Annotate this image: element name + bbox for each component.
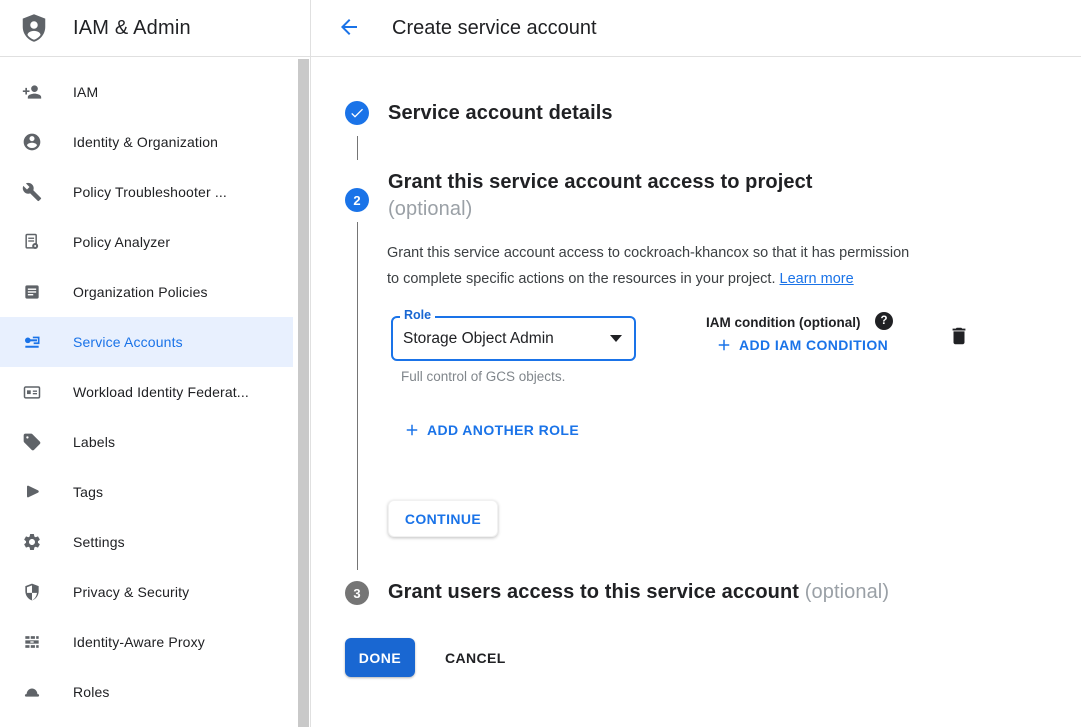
role-selected-value: Storage Object Admin: [403, 318, 554, 359]
add-another-role-label: ADD ANOTHER ROLE: [427, 422, 579, 438]
role-field-label: Role: [400, 308, 435, 322]
tag-icon: [22, 482, 42, 502]
sidebar-item-label: Workload Identity Federat...: [73, 384, 249, 400]
sidebar-item-roles[interactable]: Roles: [0, 667, 293, 717]
done-button[interactable]: DONE: [345, 638, 415, 677]
step2-optional-label: (optional): [388, 198, 472, 220]
sidebar-item-tags[interactable]: Tags: [0, 467, 293, 517]
help-glyph: ?: [880, 315, 887, 327]
step2-description: Grant this service account access to coc…: [387, 241, 991, 292]
plus-icon: [715, 336, 733, 354]
sidebar-scrollbar[interactable]: [298, 59, 309, 727]
description-line1: Grant this service account access to coc…: [387, 245, 909, 261]
sidebar-item-organization-policies[interactable]: Organization Policies: [0, 267, 293, 317]
sidebar-item-label: Settings: [73, 534, 125, 550]
step2-title-text: Grant this service account access to pro…: [388, 171, 813, 193]
sidebar-item-label: Identity & Organization: [73, 134, 218, 150]
iap-icon: [22, 632, 42, 652]
top-header: IAM & Admin Create service account: [0, 0, 1081, 57]
sidebar-item-label: Tags: [73, 484, 103, 500]
sidebar-item-workload-identity-federation[interactable]: Workload Identity Federat...: [0, 367, 293, 417]
description-line2: to complete specific actions on the reso…: [387, 271, 775, 287]
sidebar-item-label: Policy Troubleshooter ...: [73, 184, 227, 200]
step3-title[interactable]: Grant users access to this service accou…: [388, 579, 889, 606]
page-title: Create service account: [392, 0, 597, 56]
sidebar-item-service-accounts[interactable]: Service Accounts: [0, 317, 293, 367]
product-title: IAM & Admin: [73, 0, 191, 56]
add-iam-condition-label: ADD IAM CONDITION: [739, 337, 888, 353]
person-add-icon: [22, 82, 42, 102]
sidebar-item-privacy-security[interactable]: Privacy & Security: [0, 567, 293, 617]
sidebar-item-label: Organization Policies: [73, 284, 208, 300]
sidebar-item-iam[interactable]: IAM: [0, 67, 293, 117]
step3-number-circle: 3: [345, 581, 369, 605]
shield-icon: [22, 582, 42, 602]
sidebar-item-label: Privacy & Security: [73, 584, 189, 600]
org-policies-icon: [22, 282, 42, 302]
step-connector: [357, 136, 359, 160]
sidebar-item-identity-aware-proxy[interactable]: Identity-Aware Proxy: [0, 617, 293, 667]
sidebar-item-label: Identity-Aware Proxy: [73, 634, 205, 650]
sidebar-item-policy-troubleshooter[interactable]: Policy Troubleshooter ...: [0, 167, 293, 217]
roles-hat-icon: [22, 682, 42, 702]
wrench-icon: [22, 182, 42, 202]
gear-icon: [22, 532, 42, 552]
policy-analyzer-icon: [22, 232, 42, 252]
plus-icon: [403, 421, 421, 439]
delete-role-trash-icon[interactable]: [947, 325, 971, 349]
create-service-account-wizard: Service account details 2 Grant this ser…: [311, 57, 1081, 727]
check-icon: [349, 105, 365, 121]
role-select[interactable]: Storage Object Admin: [391, 316, 636, 361]
sidebar-divider: [310, 0, 311, 727]
sidebar-item-label: Labels: [73, 434, 115, 450]
iam-admin-shield-logo-icon: [19, 13, 49, 43]
step3-title-text: Grant users access to this service accou…: [388, 581, 799, 603]
account-circle-icon: [22, 132, 42, 152]
learn-more-link[interactable]: Learn more: [780, 271, 854, 287]
sidebar-item-labels[interactable]: Labels: [0, 417, 293, 467]
dropdown-arrow-icon: [610, 335, 622, 342]
step2-number: 2: [353, 193, 360, 208]
back-arrow-icon[interactable]: [336, 15, 362, 41]
sidebar-item-label: IAM: [73, 84, 98, 100]
sidebar-item-label: Roles: [73, 684, 110, 700]
add-iam-condition-button[interactable]: ADD IAM CONDITION: [715, 336, 888, 354]
step3-number: 3: [353, 586, 360, 601]
sidebar-item-identity-organization[interactable]: Identity & Organization: [0, 117, 293, 167]
sidebar-nav: IAM Identity & Organization Policy Troub…: [0, 57, 293, 717]
step-connector: [357, 222, 359, 570]
role-helper-text: Full control of GCS objects.: [401, 369, 565, 384]
sidebar-item-label: Service Accounts: [73, 334, 183, 350]
workload-identity-card-icon: [22, 382, 42, 402]
sidebar-item-settings[interactable]: Settings: [0, 517, 293, 567]
continue-button[interactable]: CONTINUE: [388, 500, 498, 537]
add-another-role-button[interactable]: ADD ANOTHER ROLE: [403, 421, 579, 439]
service-accounts-key-icon: [22, 332, 42, 352]
help-icon[interactable]: ?: [875, 312, 893, 330]
label-icon: [22, 432, 42, 452]
step1-complete-circle: [345, 101, 369, 125]
step2-number-circle: 2: [345, 188, 369, 212]
iam-condition-label: IAM condition (optional): [706, 315, 860, 330]
sidebar-item-label: Policy Analyzer: [73, 234, 170, 250]
step2-title: Grant this service account access to pro…: [388, 169, 813, 223]
step3-optional-label: (optional): [805, 581, 889, 603]
sidebar-item-policy-analyzer[interactable]: Policy Analyzer: [0, 217, 293, 267]
cancel-button[interactable]: CANCEL: [433, 638, 518, 677]
app-root: IAM & Admin Create service account IAM I…: [0, 0, 1081, 727]
step1-title: Service account details: [388, 100, 613, 127]
